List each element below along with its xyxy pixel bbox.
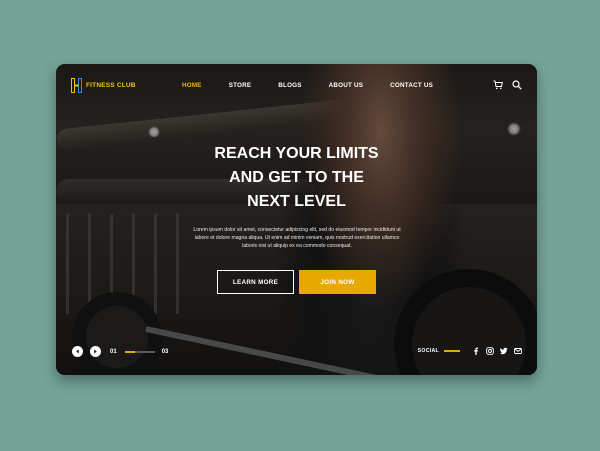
hero-headline: REACH YOUR LIMITS AND GET TO THE NEXT LE… <box>56 142 537 214</box>
hero-description: Lorem ipsum dolor sit amet, consectetur … <box>193 227 401 250</box>
slide-progress-track <box>124 350 155 353</box>
search-icon[interactable] <box>512 80 522 90</box>
dumbbell-logo-icon <box>71 78 82 93</box>
hero-card: FITNESS CLUB HOME STORE BLOGS ABOUT US C… <box>56 64 537 375</box>
social-divider <box>444 350 460 352</box>
learn-more-button[interactable]: LEARN MORE <box>217 270 294 294</box>
arrow-right-icon <box>94 349 97 354</box>
instagram-icon[interactable] <box>486 347 494 355</box>
hero-headline-line-3: NEXT LEVEL <box>247 193 346 210</box>
nav-item-blogs[interactable]: BLOGS <box>278 82 301 89</box>
nav-item-about-us[interactable]: ABOUT US <box>329 82 363 89</box>
nav-item-contact-us[interactable]: CONTACT US <box>390 82 433 89</box>
slide-progress-fill <box>124 350 135 353</box>
hero-headline-line-1: REACH YOUR LIMITS <box>214 145 379 162</box>
brand-logo[interactable]: FITNESS CLUB <box>71 78 136 93</box>
hero-background-photo <box>56 64 537 375</box>
header-tools <box>493 80 522 90</box>
mail-icon[interactable] <box>514 347 522 355</box>
join-now-button[interactable]: JOIN NOW <box>299 270 376 294</box>
facebook-icon[interactable] <box>472 347 480 355</box>
previous-slide-button[interactable] <box>72 346 83 357</box>
cart-icon[interactable] <box>493 80 503 90</box>
social-links: SOCIAL <box>418 347 522 355</box>
nav-item-store[interactable]: STORE <box>229 82 252 89</box>
slide-total-number: 03 <box>161 348 169 355</box>
brand-name: FITNESS CLUB <box>86 82 136 89</box>
slide-current-number: 01 <box>110 348 117 355</box>
nav-item-home[interactable]: HOME <box>182 82 202 89</box>
arrow-left-icon <box>76 349 79 354</box>
hero-headline-line-2: AND GET TO THE <box>229 169 364 186</box>
next-slide-button[interactable] <box>90 346 101 357</box>
twitter-icon[interactable] <box>500 347 508 355</box>
social-label: SOCIAL <box>417 348 439 354</box>
slider-controls: 01 03 <box>72 346 168 357</box>
main-nav: HOME STORE BLOGS ABOUT US CONTACT US <box>182 82 433 89</box>
